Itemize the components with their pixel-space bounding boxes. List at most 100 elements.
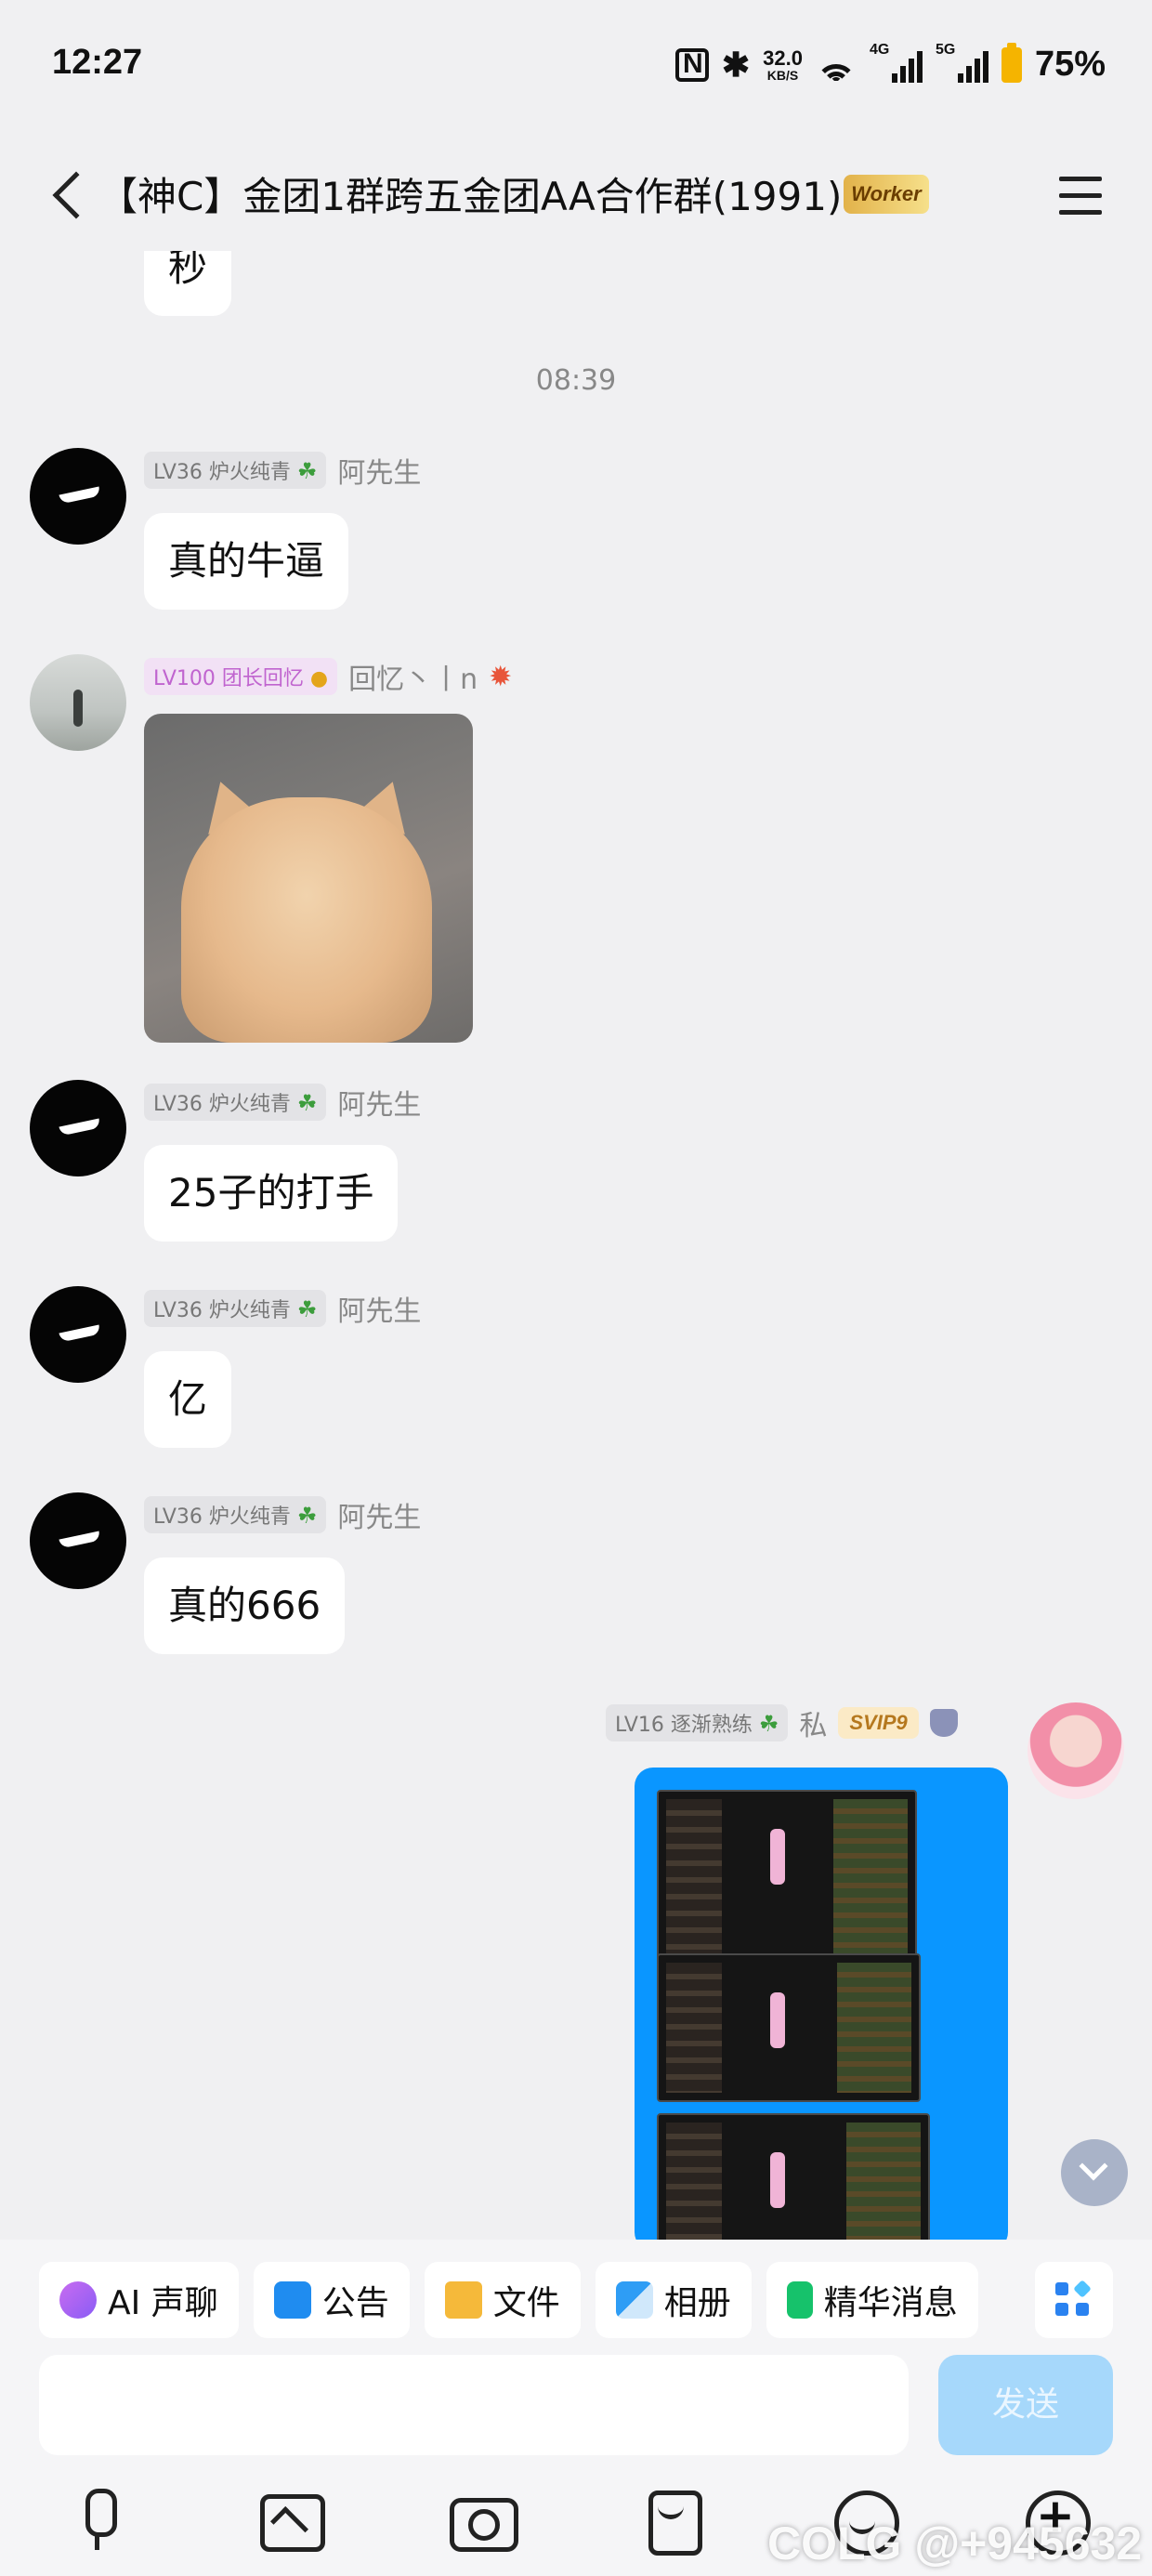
message-meta: LV36 炉火纯青 ☘ 阿先生 — [144, 1288, 421, 1329]
sender-name[interactable]: 回忆丶丨n — [348, 656, 478, 697]
avatar[interactable] — [30, 654, 126, 751]
chat-header: 【神C】金团1群跨五金团AA合作群(1991) Worker — [0, 139, 1152, 251]
sender-name[interactable]: 阿先生 — [337, 1288, 421, 1329]
image-icon[interactable] — [253, 2483, 325, 2554]
menu-button[interactable] — [1054, 167, 1109, 223]
my-image-message[interactable] — [635, 1768, 1008, 2240]
ai-voice-icon — [59, 2281, 97, 2319]
more-apps-button[interactable] — [1035, 2262, 1113, 2338]
message-bubble[interactable]: 亿 — [144, 1351, 232, 1448]
message-bubble[interactable]: 真的666 — [144, 1557, 346, 1654]
avatar[interactable] — [30, 1492, 126, 1589]
level-tag-text: LV36 炉火纯青 — [153, 1093, 291, 1116]
message-bubble[interactable]: 秒 — [144, 251, 232, 316]
avatar[interactable] — [30, 1080, 126, 1176]
leaf-icon: ☘ — [758, 1711, 779, 1737]
camera-icon[interactable] — [444, 2483, 518, 2554]
game-screenshot-image[interactable] — [657, 2113, 930, 2240]
mic-icon[interactable] — [61, 2483, 132, 2554]
chat-title[interactable]: 【神C】金团1群跨五金团AA合作群(1991) — [98, 165, 842, 222]
message-meta: LV36 炉火纯青 ☘ 阿先生 — [144, 1494, 421, 1535]
scroll-to-bottom-button[interactable] — [1061, 2139, 1128, 2206]
apps-icon — [1055, 2303, 1068, 2316]
menu-icon-line — [1059, 193, 1102, 198]
cat-sticker-image[interactable] — [144, 714, 473, 1043]
clover-icon: ☘ — [296, 1503, 318, 1529]
apps-icon — [1076, 2303, 1089, 2316]
announcement-button[interactable]: 公告 — [253, 2262, 410, 2338]
ai-voice-chat-button[interactable]: AI 声聊 — [39, 2262, 239, 2338]
game-screenshot-image[interactable] — [657, 1790, 917, 1966]
sender-name[interactable]: 阿先生 — [337, 1494, 421, 1535]
signal-5g-label: 5G — [935, 41, 956, 58]
avatar[interactable] — [30, 1286, 126, 1383]
shield-icon — [929, 1709, 958, 1737]
message-bubble[interactable]: 真的牛逼 — [144, 513, 349, 610]
watermark: COLG @+945632 — [767, 2517, 1143, 2569]
menu-icon-line — [1059, 177, 1102, 181]
battery-level: 75% — [1034, 45, 1106, 84]
message-meta: LV36 炉火纯青 ☘ 阿先生 — [144, 450, 421, 491]
message-meta: LV16 逐渐熟练 ☘ 私 SVIP9 — [606, 1702, 958, 1743]
level-tag-text: LV100 团长回忆 — [153, 667, 304, 690]
my-avatar[interactable] — [1028, 1702, 1124, 1799]
level-tag-text: LV16 逐渐熟练 — [615, 1714, 753, 1737]
quick-action-label: 精华消息 — [823, 2284, 958, 2322]
signal-5g-icon: 5G — [936, 42, 988, 83]
chevron-down-icon — [1079, 2151, 1108, 2181]
network-speed-unit: KB/S — [766, 67, 799, 83]
network-speed-value: 32.0 — [763, 46, 803, 70]
fire-icon: ✹ — [489, 660, 513, 693]
level-tag: LV100 团长回忆 ● — [144, 658, 338, 695]
apps-icon — [1055, 2282, 1068, 2295]
red-packet-icon[interactable] — [635, 2483, 706, 2556]
album-button[interactable]: 相册 — [595, 2262, 752, 2338]
level-tag: LV16 逐渐熟练 ☘ — [606, 1704, 789, 1741]
cat-figure — [181, 797, 432, 1043]
back-button[interactable] — [33, 160, 104, 230]
essence-messages-button[interactable]: 精华消息 — [766, 2262, 978, 2338]
status-bar: 12:27 ✱ 32.0 KB/S 4G 5G 75% — [0, 0, 1152, 139]
network-speed: 32.0 KB/S — [763, 46, 803, 83]
sender-name[interactable]: 阿先生 — [337, 450, 421, 491]
group-badge: Worker — [844, 175, 929, 214]
quick-action-label: AI 声聊 — [108, 2284, 218, 2322]
signal-4g-label: 4G — [869, 41, 890, 58]
medal-icon: ● — [309, 667, 329, 690]
back-icon — [52, 171, 100, 219]
nfc-icon — [674, 47, 709, 82]
sender-name[interactable]: 阿先生 — [337, 1082, 421, 1123]
essence-icon — [786, 2281, 813, 2319]
nike-logo-icon — [59, 1531, 101, 1549]
folder-icon — [444, 2281, 482, 2319]
send-button[interactable]: 发送 — [938, 2355, 1113, 2455]
quick-action-label: 公告 — [321, 2284, 389, 2322]
message-timestamp: 08:39 — [535, 364, 617, 397]
quick-action-bar: AI 声聊 公告 文件 相册 精华消息 — [39, 2262, 978, 2338]
clover-icon: ☘ — [296, 1296, 318, 1322]
clover-icon: ☘ — [296, 1090, 318, 1116]
message-bubble[interactable]: 25子的打手 — [144, 1145, 399, 1242]
avatar[interactable] — [30, 448, 126, 545]
files-button[interactable]: 文件 — [424, 2262, 581, 2338]
bluetooth-icon: ✱ — [721, 45, 751, 84]
level-tag-text: LV36 炉火纯青 — [153, 1299, 291, 1322]
level-tag-text: LV36 炉火纯青 — [153, 1505, 291, 1529]
nike-logo-icon — [59, 1118, 101, 1137]
level-tag: LV36 炉火纯青 ☘ — [144, 1496, 327, 1533]
message-meta: LV100 团长回忆 ● 回忆丶丨n ✹ — [144, 656, 513, 697]
message-input[interactable] — [39, 2355, 909, 2455]
svip-badge: SVIP9 — [838, 1707, 919, 1739]
clover-icon: ☘ — [296, 458, 318, 484]
level-tag: LV36 炉火纯青 ☘ — [144, 1290, 327, 1327]
signal-4g-icon: 4G — [870, 42, 923, 83]
game-screenshot-image[interactable] — [657, 1953, 921, 2102]
status-time: 12:27 — [52, 43, 143, 82]
chat-message-list[interactable]: 秒 08:39 LV36 炉火纯青 ☘ 阿先生 真的牛逼 LV100 团长回忆 … — [0, 251, 1152, 2240]
quick-action-label: 相册 — [663, 2284, 731, 2322]
level-tag-text: LV36 炉火纯青 — [153, 461, 291, 484]
battery-icon — [1001, 42, 1022, 83]
nike-logo-icon — [59, 1324, 101, 1343]
sender-name[interactable]: 私 — [799, 1702, 827, 1743]
album-icon — [615, 2281, 653, 2319]
